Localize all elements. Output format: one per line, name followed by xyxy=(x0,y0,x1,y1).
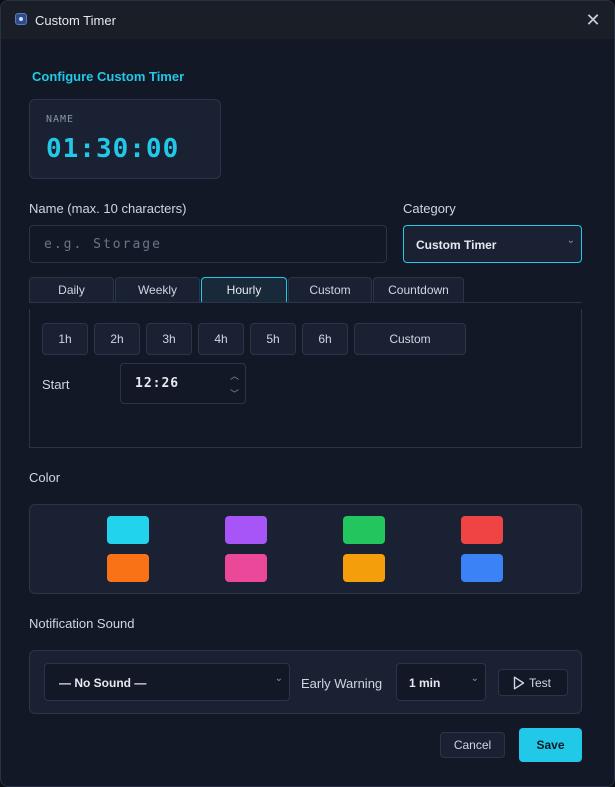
chevron-up-icon[interactable]: ︿ xyxy=(230,369,239,382)
color-swatch-cyan[interactable] xyxy=(107,516,149,544)
interval-2h-button[interactable]: 2h xyxy=(94,323,140,355)
start-time-input[interactable]: 12:26 ︿ ﹀ xyxy=(120,363,246,404)
close-icon[interactable]: ✕ xyxy=(580,7,606,33)
notification-sound-panel: — No Sound — ⌄ Early Warning 1 min ⌄ Tes… xyxy=(29,650,582,714)
play-icon xyxy=(513,676,525,690)
chevron-down-icon: ⌄ xyxy=(566,235,575,246)
preview-name-label: NAME xyxy=(46,114,75,125)
category-label: Category xyxy=(403,201,456,216)
interval-custom-button[interactable]: Custom xyxy=(354,323,466,355)
name-field-label: Name (max. 10 characters) xyxy=(29,201,187,216)
interval-4h-button[interactable]: 4h xyxy=(198,323,244,355)
color-swatch-blue[interactable] xyxy=(461,554,503,582)
cancel-button[interactable]: Cancel xyxy=(440,732,505,758)
category-selected-value: Custom Timer xyxy=(416,238,497,252)
tab-divider xyxy=(29,302,582,303)
chevron-down-icon[interactable]: ﹀ xyxy=(230,387,239,400)
window-title: Custom Timer xyxy=(35,13,116,28)
form-heading: Configure Custom Timer xyxy=(32,69,185,84)
category-select[interactable]: Custom Timer ⌄ xyxy=(403,225,582,263)
color-swatch-orange[interactable] xyxy=(107,554,149,582)
color-swatch-pink[interactable] xyxy=(225,554,267,582)
hourly-panel: 1h 2h 3h 4h 5h 6h Custom Start 12:26 ︿ ﹀ xyxy=(29,309,582,448)
tab-daily[interactable]: Daily xyxy=(29,277,114,302)
start-time-value: 12:26 xyxy=(135,376,180,391)
save-button[interactable]: Save xyxy=(519,728,582,762)
tab-hourly[interactable]: Hourly xyxy=(201,277,287,302)
sound-selected-value: — No Sound — xyxy=(59,676,147,690)
start-label: Start xyxy=(42,377,70,392)
interval-3h-button[interactable]: 3h xyxy=(146,323,192,355)
color-picker xyxy=(29,504,582,594)
color-swatch-green[interactable] xyxy=(343,516,385,544)
color-swatch-amber[interactable] xyxy=(343,554,385,582)
name-input[interactable] xyxy=(29,225,387,263)
chevron-down-icon: ⌄ xyxy=(470,673,479,684)
app-icon xyxy=(15,13,27,25)
tab-custom[interactable]: Custom xyxy=(288,277,372,302)
timer-preview-card: NAME 01:30:00 xyxy=(29,99,221,179)
tab-weekly[interactable]: Weekly xyxy=(115,277,200,302)
interval-5h-button[interactable]: 5h xyxy=(250,323,296,355)
preview-time: 01:30:00 xyxy=(46,134,180,164)
interval-1h-button[interactable]: 1h xyxy=(42,323,88,355)
custom-timer-dialog: Custom Timer ✕ Configure Custom Timer NA… xyxy=(0,0,615,787)
color-swatch-red[interactable] xyxy=(461,516,503,544)
color-swatch-purple[interactable] xyxy=(225,516,267,544)
notification-sound-label: Notification Sound xyxy=(29,616,135,631)
sound-select[interactable]: — No Sound — ⌄ xyxy=(44,663,290,701)
early-warning-label: Early Warning xyxy=(301,676,383,691)
interval-6h-button[interactable]: 6h xyxy=(302,323,348,355)
title-bar: Custom Timer ✕ xyxy=(1,1,614,39)
test-sound-button[interactable]: Test xyxy=(498,669,568,696)
early-warning-select[interactable]: 1 min ⌄ xyxy=(396,663,486,701)
color-label: Color xyxy=(29,470,61,485)
tab-countdown[interactable]: Countdown xyxy=(373,277,464,302)
test-label: Test xyxy=(529,676,552,690)
chevron-down-icon: ⌄ xyxy=(274,673,283,684)
early-warning-value: 1 min xyxy=(409,676,441,690)
